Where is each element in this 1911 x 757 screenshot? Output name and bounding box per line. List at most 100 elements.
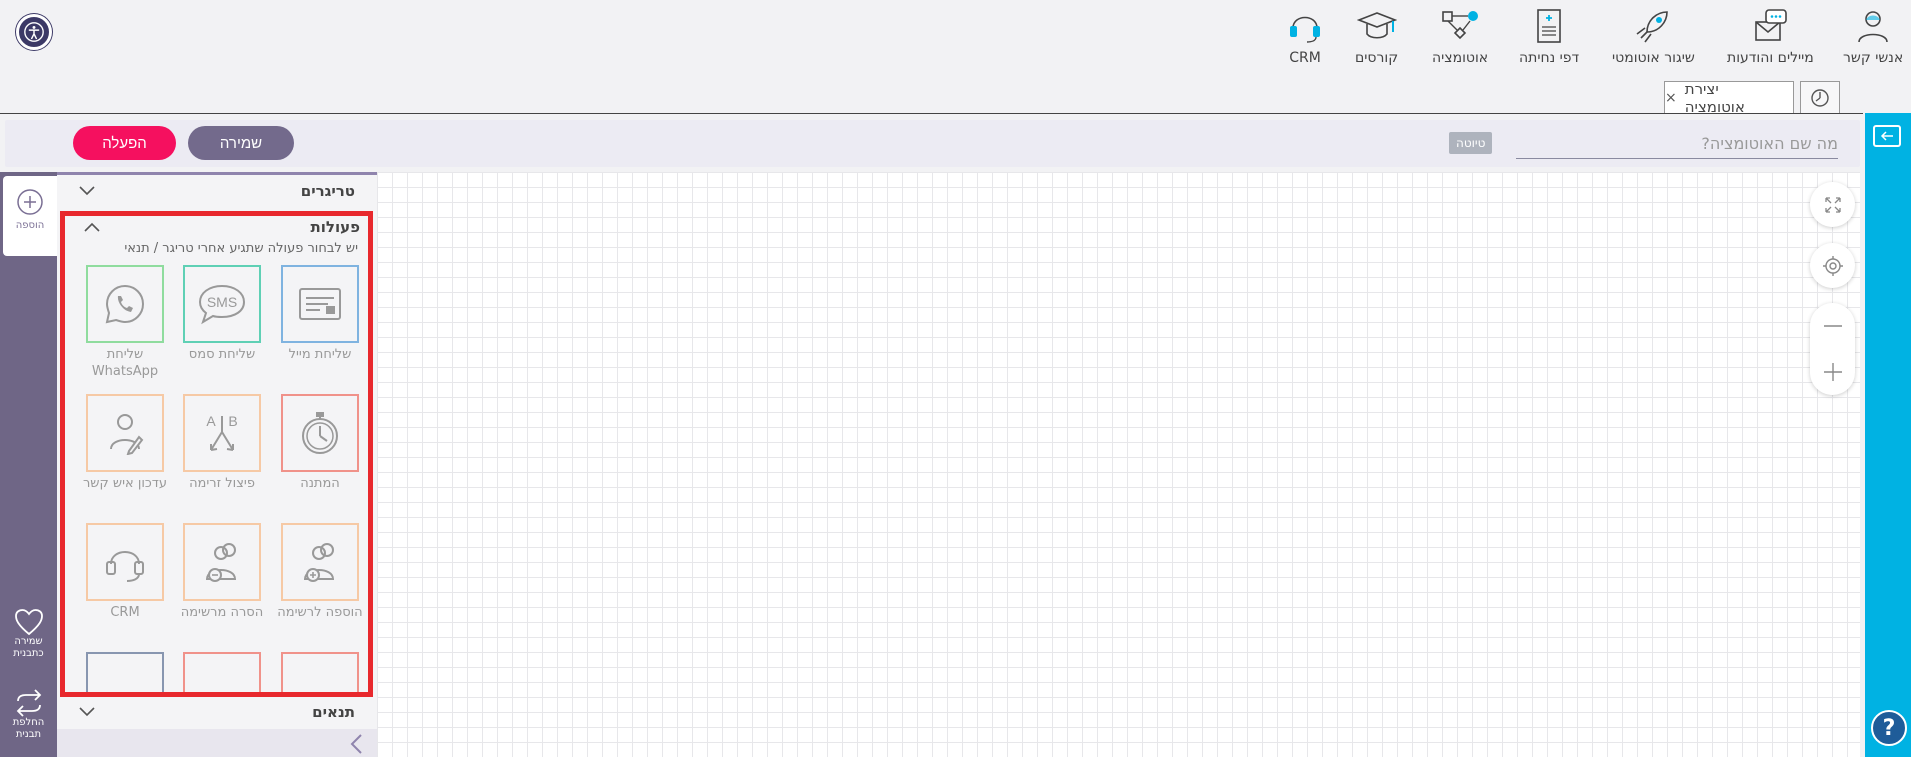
whatsapp-icon	[105, 284, 145, 324]
target-icon	[1822, 255, 1843, 276]
nav-label: מיילים והודעות	[1727, 50, 1814, 66]
help-button[interactable]: ?	[1871, 710, 1907, 746]
svg-text:B: B	[228, 413, 237, 429]
action-update-contact[interactable]: עדכון איש קשר	[83, 394, 167, 492]
dashboard-gauge-icon	[1811, 89, 1829, 107]
action-label: הסרה מרשימה	[180, 605, 264, 620]
arrow-left-icon	[1880, 131, 1893, 141]
fit-to-screen-button[interactable]	[1810, 182, 1855, 227]
actions-hint: יש לבחור פעולה שתגיע אחרי טריגר / תנאי	[124, 241, 358, 256]
zoom-controls	[1810, 303, 1855, 395]
headset-icon	[106, 551, 144, 582]
accessibility-button[interactable]	[16, 14, 52, 50]
action-send-whatsapp[interactable]: שליחת WhatsApp	[86, 265, 164, 380]
nav-item-emails[interactable]: מיילים והודעות	[1727, 6, 1814, 68]
nav-item-automation[interactable]: אוטומציה	[1432, 6, 1488, 68]
add-to-list-icon	[303, 543, 335, 582]
panel-footer	[57, 729, 377, 757]
action-crm[interactable]: CRM	[86, 523, 164, 621]
tab-create-automation[interactable]: × יצירת אוטומציה	[1664, 80, 1794, 116]
automation-name-input[interactable]	[1516, 129, 1838, 159]
action-split-flow[interactable]: AB פיצול זרימה	[183, 394, 261, 492]
switch-template-label: החלפת תבנית	[12, 717, 45, 740]
action-more[interactable]	[183, 652, 261, 692]
elements-panel: טריגרים פעולות יש לבחור פעולה שתגיע אחרי…	[57, 172, 377, 757]
action-label: שליחת סמס	[188, 347, 256, 362]
sms-icon: SMS	[198, 284, 246, 325]
add-element-button[interactable]: הוספה	[3, 176, 57, 256]
expand-icon	[1824, 196, 1841, 213]
action-label: עדכון איש קשר	[82, 476, 168, 491]
action-tile	[281, 394, 359, 472]
tab-label: יצירת אוטומציה	[1684, 80, 1745, 116]
action-tile	[86, 652, 164, 692]
remove-from-list-icon	[205, 543, 237, 582]
action-tile	[281, 265, 359, 343]
plus-circle-icon	[17, 189, 43, 215]
plus-icon	[1823, 363, 1842, 381]
heart-icon	[14, 609, 43, 636]
actions-section-highlight: פעולות יש לבחור פעולה שתגיע אחרי טריגר /…	[60, 211, 373, 697]
nav-item-landing-pages[interactable]: דפי נחיתה	[1519, 6, 1579, 68]
ab-split-icon: AB	[206, 413, 238, 451]
action-more[interactable]	[281, 652, 359, 692]
graduation-cap-icon	[1356, 12, 1397, 39]
nav-item-contacts[interactable]: אנשי קשר	[1843, 6, 1903, 68]
swap-icon	[16, 689, 41, 717]
action-label: פיצול זרימה	[189, 476, 255, 491]
action-more[interactable]	[86, 652, 164, 692]
action-label: המתנה	[300, 476, 340, 491]
add-label: הוספה	[15, 220, 45, 231]
collapse-panel-button[interactable]	[1873, 125, 1901, 147]
conditions-section-header[interactable]: תנאים	[57, 697, 377, 727]
action-label: שליחת מייל	[288, 347, 352, 362]
draft-status-badge: טיוטה	[1449, 132, 1493, 154]
nav-divider	[0, 113, 1863, 114]
action-tile	[281, 652, 359, 692]
activate-button[interactable]: הפעלה	[73, 126, 176, 160]
triggers-section-header[interactable]: טריגרים	[57, 176, 377, 206]
action-label: הוספה לרשימה	[277, 605, 363, 620]
nav-item-crm[interactable]: CRM	[1285, 6, 1325, 68]
accessibility-icon	[24, 22, 44, 42]
nav-label: אנשי קשר	[1843, 50, 1904, 66]
action-add-to-list[interactable]: הוספה לרשימה	[277, 523, 363, 621]
center-view-button[interactable]	[1810, 243, 1855, 288]
conditions-title: תנאים	[312, 703, 355, 721]
landing-page-icon	[1537, 9, 1561, 43]
stopwatch-icon	[302, 412, 338, 454]
action-remove-from-list[interactable]: הסרה מרשימה	[181, 523, 263, 621]
nav-label: קורסים	[1355, 50, 1399, 66]
switch-template-button[interactable]: החלפת תבנית	[0, 689, 57, 741]
chevron-left-icon[interactable]	[349, 733, 363, 755]
automation-icon	[1442, 11, 1479, 40]
automation-canvas[interactable]	[377, 172, 1860, 757]
nav-item-courses[interactable]: קורסים	[1355, 6, 1398, 68]
tab-close-button[interactable]: ×	[1665, 90, 1677, 106]
action-send-email[interactable]: שליחת מייל	[281, 265, 359, 363]
chevron-up-icon	[84, 222, 100, 232]
tab-dashboard[interactable]	[1800, 81, 1840, 114]
nav-item-auto-send[interactable]: שיגור אוטומטי	[1612, 6, 1695, 68]
action-tile	[86, 265, 164, 343]
svg-text:A: A	[206, 413, 216, 429]
action-tile: AB	[183, 394, 261, 472]
actions-section-header[interactable]: פעולות	[65, 216, 368, 242]
action-wait[interactable]: המתנה	[281, 394, 359, 492]
action-label: CRM	[110, 605, 140, 620]
svg-text:SMS: SMS	[207, 294, 237, 310]
save-button[interactable]: שמירה	[188, 126, 294, 160]
zoom-out-button[interactable]	[1810, 303, 1855, 349]
save-as-template-button[interactable]: שמירה כתבנית	[0, 608, 57, 660]
chevron-down-icon	[79, 707, 95, 717]
edit-contact-icon	[110, 414, 144, 455]
zoom-in-button[interactable]	[1810, 349, 1855, 395]
action-tile	[183, 652, 261, 692]
action-send-sms[interactable]: SMS שליחת סמס	[183, 265, 261, 363]
nav-label: אוטומציה	[1432, 50, 1489, 66]
contacts-icon	[1858, 11, 1888, 43]
nav-label: CRM	[1289, 50, 1321, 66]
chevron-down-icon	[79, 186, 95, 196]
rocket-icon	[1636, 11, 1669, 43]
nav-label: שיגור אוטומטי	[1612, 50, 1695, 66]
